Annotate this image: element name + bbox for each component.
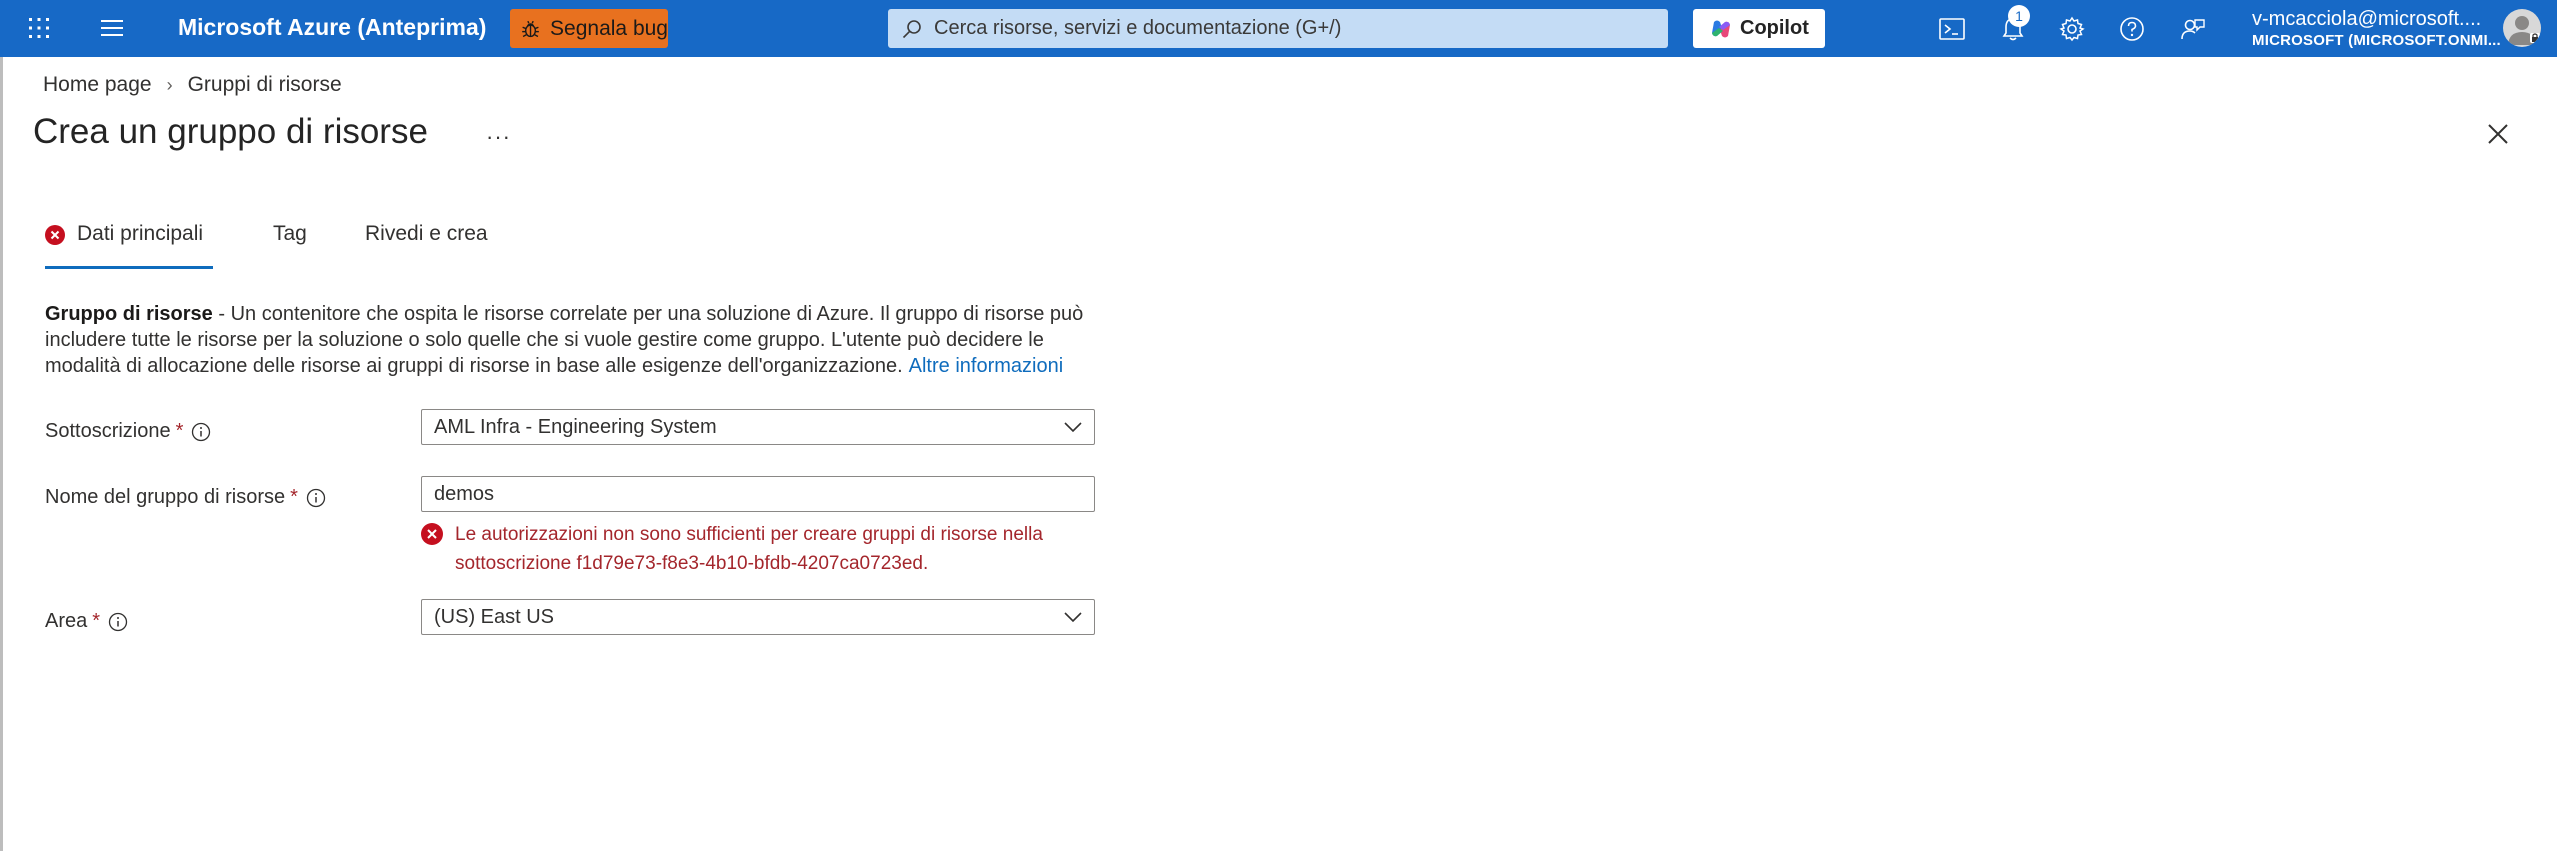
global-search[interactable] (888, 9, 1668, 48)
info-icon[interactable] (306, 488, 326, 508)
error-icon (421, 523, 443, 545)
account-info[interactable]: v-mcacciola@microsoft.... MICROSOFT (MIC… (2252, 7, 2501, 51)
region-select[interactable]: (US) East US (421, 599, 1095, 635)
required-marker: * (175, 420, 184, 442)
avatar[interactable] (2503, 9, 2541, 47)
search-icon (902, 19, 921, 38)
error-icon (45, 225, 65, 245)
more-options-icon[interactable]: ··· (486, 124, 511, 150)
chevron-down-icon (1064, 422, 1082, 433)
report-bug-label: Segnala bug (550, 16, 668, 40)
learn-more-link[interactable]: Altre informazioni (909, 355, 1064, 377)
chevron-right-icon: › (166, 74, 173, 95)
breadcrumb: Home page › Gruppi di risorse (43, 73, 342, 97)
waffle-icon[interactable] (28, 17, 50, 39)
tab-review-create-label: Rivedi e crea (365, 222, 488, 245)
tab-tags-label: Tag (273, 222, 307, 245)
resource-group-name-label: Nome del gruppo di risorse * (45, 486, 326, 509)
info-icon[interactable] (191, 422, 211, 442)
close-icon[interactable] (2484, 120, 2512, 148)
cloud-shell-icon[interactable] (1937, 14, 1967, 44)
required-marker: * (92, 610, 101, 632)
subscription-label: Sottoscrizione * (45, 420, 211, 443)
resource-group-name-field[interactable] (421, 476, 1095, 512)
required-marker: * (290, 486, 298, 508)
left-edge (0, 57, 3, 851)
resource-group-name-input[interactable] (422, 477, 1094, 511)
notification-badge: 1 (2008, 5, 2030, 27)
description-title: Gruppo di risorse (45, 303, 213, 325)
page-title: Crea un gruppo di risorse (33, 112, 428, 151)
top-bar: Microsoft Azure (Anteprima) Segnala bug (0, 0, 2557, 57)
breadcrumb-home[interactable]: Home page (43, 73, 152, 97)
chevron-down-icon (1064, 612, 1082, 623)
region-label: Area * (45, 610, 128, 633)
help-icon[interactable] (2117, 14, 2147, 44)
validation-error-text: Le autorizzazioni non sono sufficienti p… (455, 524, 1043, 574)
copilot-button[interactable]: Copilot (1693, 9, 1825, 48)
bug-icon (522, 20, 539, 37)
copilot-label: Copilot (1740, 17, 1809, 39)
resource-group-description: Gruppo di risorse - Un contenitore che o… (45, 301, 1095, 379)
region-label-text: Area (45, 610, 88, 632)
copilot-icon (1712, 20, 1730, 37)
report-bug-button[interactable]: Segnala bug (510, 9, 668, 48)
resource-group-name-label-text: Nome del gruppo di risorse (45, 486, 286, 508)
tab-basics[interactable]: Dati principali (45, 222, 213, 269)
account-email: v-mcacciola@microsoft.... (2252, 8, 2482, 30)
breadcrumb-resource-groups[interactable]: Gruppi di risorse (188, 73, 342, 97)
hamburger-icon[interactable] (100, 18, 124, 38)
gear-icon[interactable] (2057, 14, 2087, 44)
region-value: (US) East US (434, 606, 555, 628)
search-input[interactable] (932, 16, 1636, 41)
validation-error: Le autorizzazioni non sono sufficienti p… (421, 520, 1101, 578)
subscription-select[interactable]: AML Infra - Engineering System (421, 409, 1095, 445)
feedback-icon[interactable] (2178, 14, 2208, 44)
info-icon[interactable] (108, 612, 128, 632)
tab-review-create[interactable]: Rivedi e crea (365, 222, 488, 266)
account-tenant: MICROSOFT (MICROSOFT.ONMI... (2252, 32, 2501, 49)
brand-title[interactable]: Microsoft Azure (Anteprima) (178, 14, 486, 41)
subscription-label-text: Sottoscrizione (45, 420, 171, 442)
tab-basics-label: Dati principali (77, 222, 204, 245)
subscription-value: AML Infra - Engineering System (434, 416, 717, 438)
tab-tags[interactable]: Tag (273, 222, 307, 266)
